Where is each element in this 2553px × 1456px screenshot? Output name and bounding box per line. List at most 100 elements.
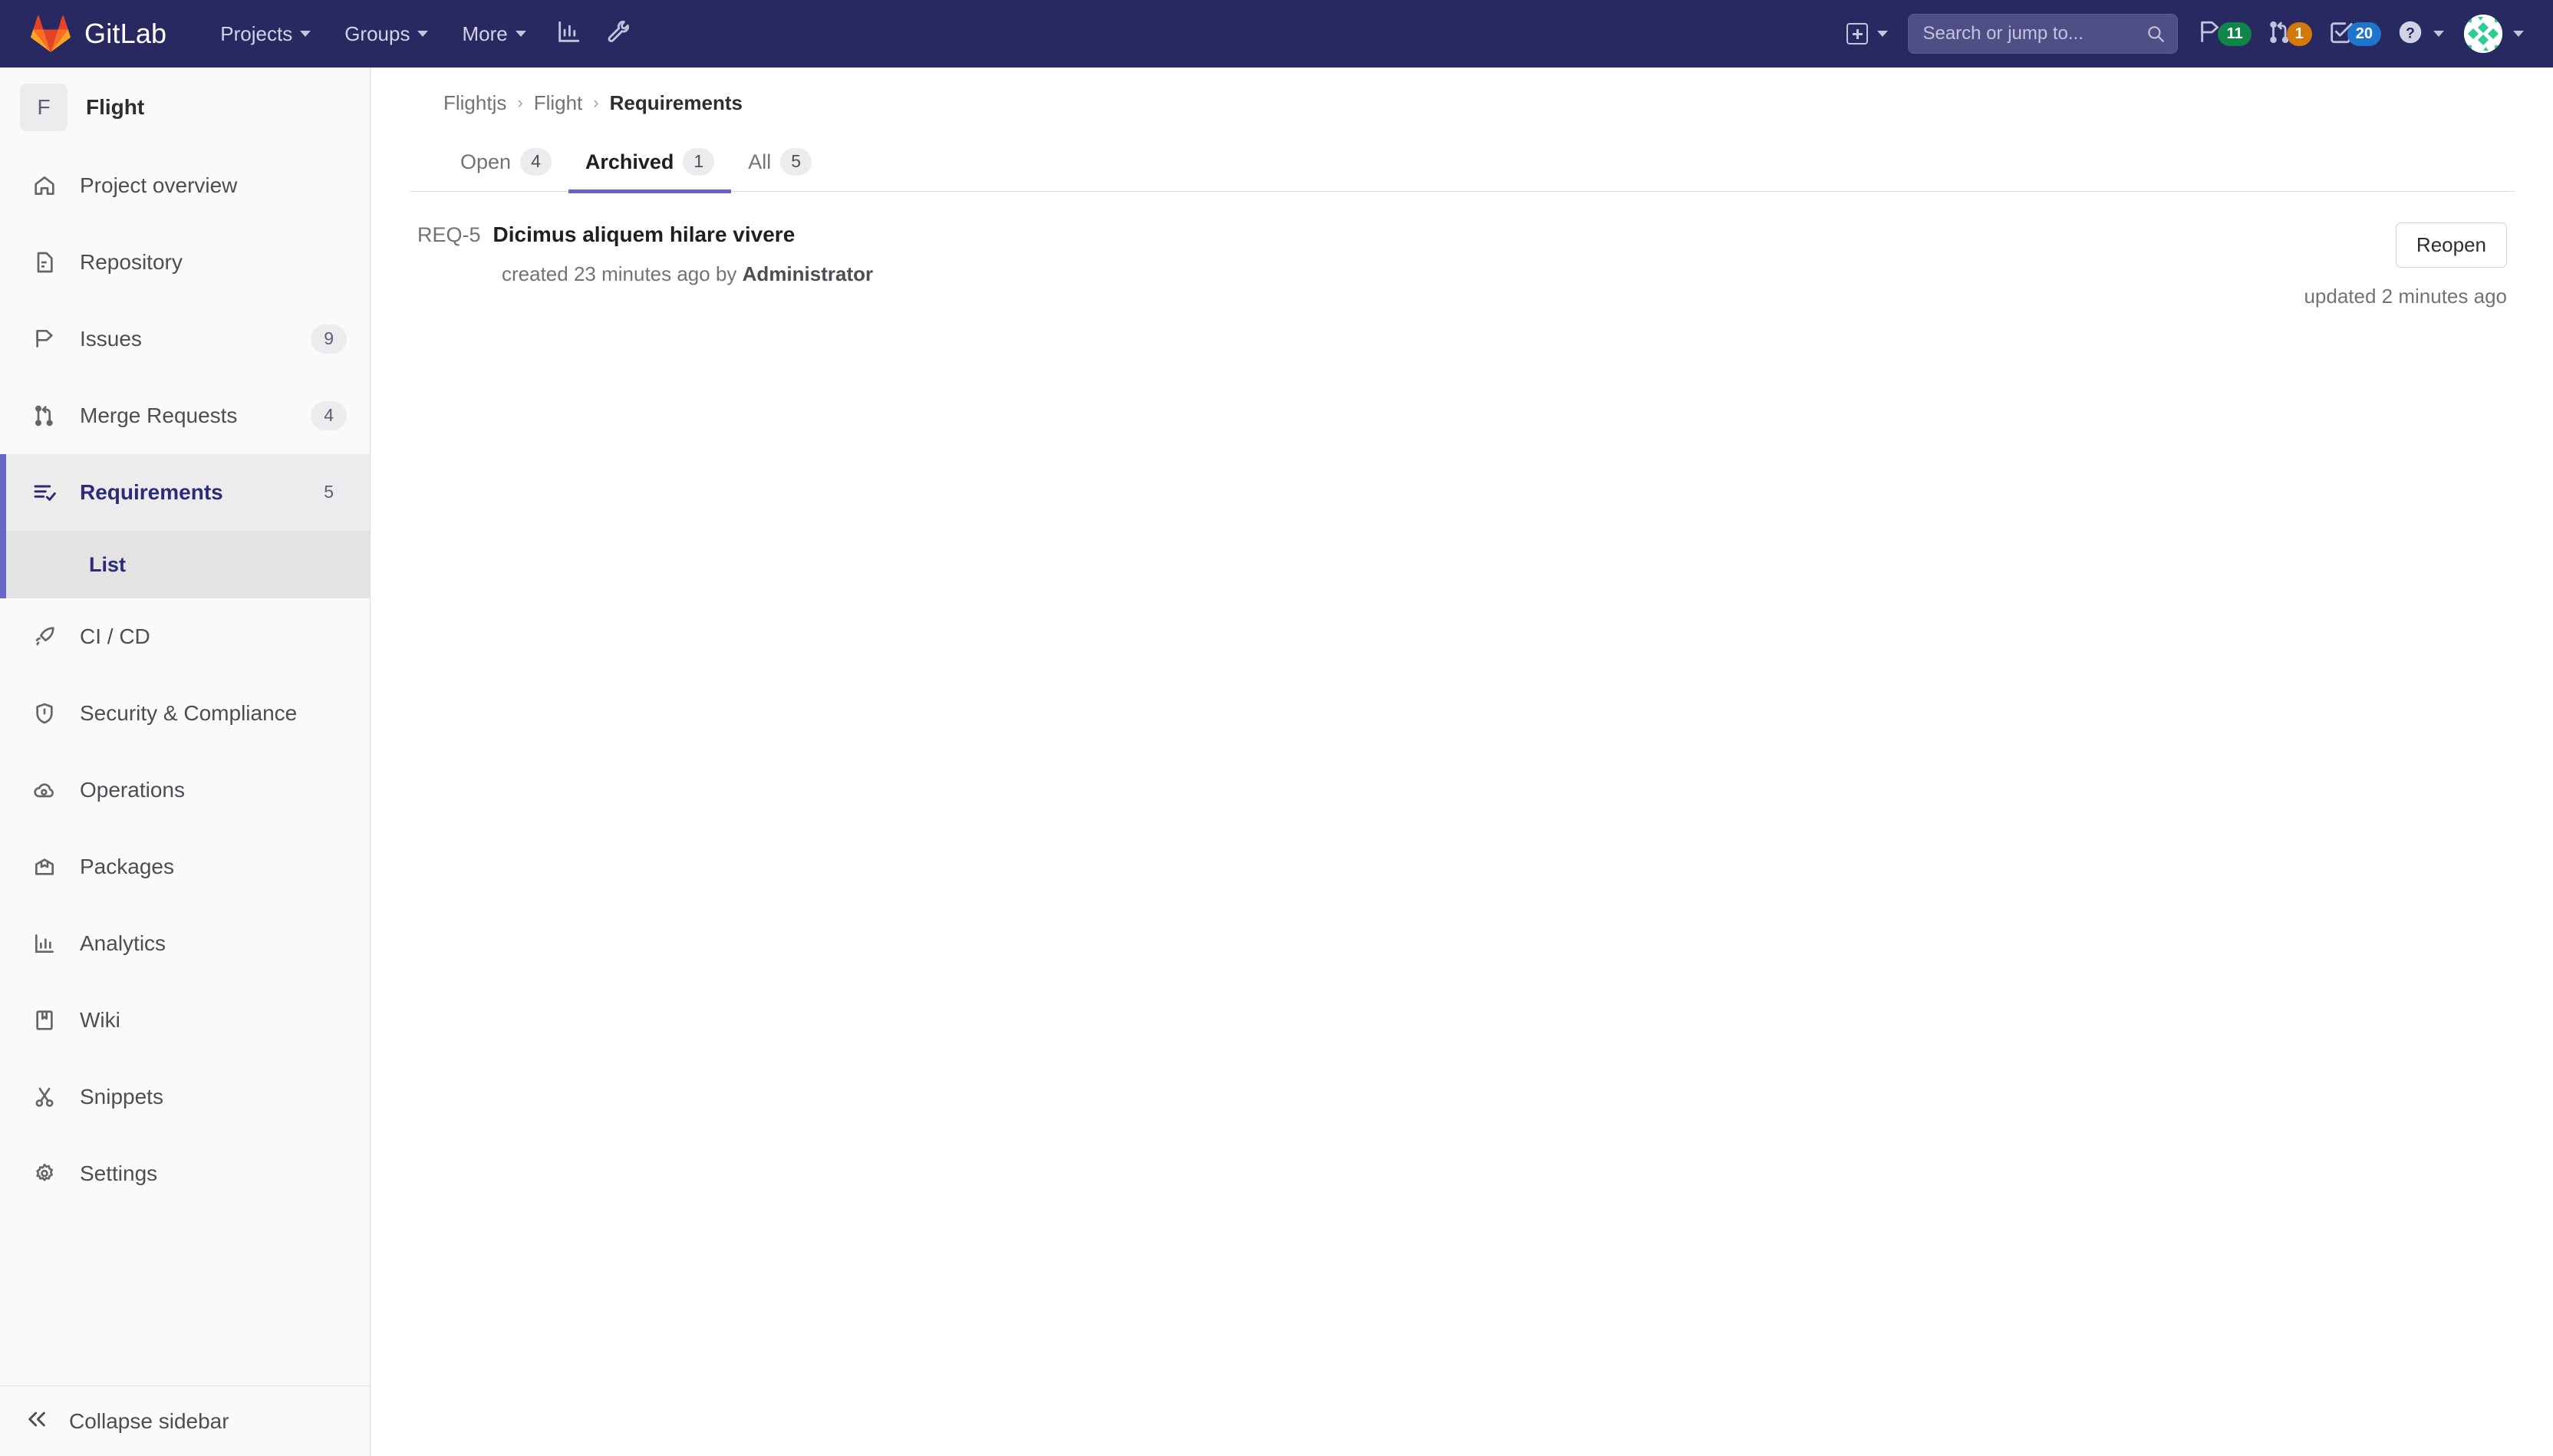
collapse-sidebar-button[interactable]: Collapse sidebar: [0, 1385, 370, 1456]
chevron-down-icon: [1877, 31, 1889, 37]
chevron-down-icon: [300, 31, 311, 37]
sidebar-item-label: CI / CD: [80, 624, 150, 648]
help-question-icon: ?: [2397, 18, 2424, 50]
sidebar-item-project-overview[interactable]: Project overview: [0, 147, 370, 224]
navbar-admin-button[interactable]: [594, 0, 644, 68]
requirement-created-text: created 23 minutes ago by: [502, 262, 737, 285]
search-input[interactable]: [1908, 14, 2179, 54]
breadcrumb-current: Requirements: [609, 91, 743, 114]
sidebar-project-header[interactable]: F Flight: [0, 78, 370, 137]
sidebar-item-requirements[interactable]: Requirements 5: [0, 454, 370, 531]
navbar-todos-indicator[interactable]: 20: [2320, 0, 2389, 68]
requirement-meta: created 23 minutes ago by Administrator: [502, 262, 2304, 286]
search-container: [1908, 14, 2179, 54]
shield-icon: [31, 700, 58, 727]
requirements-icon: [31, 479, 58, 506]
sidebar-subitem-label: List: [89, 552, 127, 576]
navbar-right-group: 11 1 20: [1834, 0, 2532, 68]
requirements-list: REQ-5 Dicimus aliquem hilare vivere crea…: [410, 192, 2515, 327]
svg-text:?: ?: [2406, 25, 2415, 41]
chevron-down-icon: [2513, 31, 2524, 37]
navbar-issues-indicator[interactable]: 11: [2190, 0, 2258, 68]
chevron-down-icon: [417, 31, 429, 37]
home-icon: [31, 172, 58, 199]
nav-groups-label: Groups: [344, 21, 410, 45]
sidebar-item-label: Settings: [80, 1161, 158, 1185]
sidebar-item-repository[interactable]: Repository: [0, 224, 370, 301]
collapse-sidebar-label: Collapse sidebar: [69, 1408, 229, 1433]
gitlab-tanuki-logo-icon[interactable]: [31, 14, 71, 54]
sidebar-item-security-compliance[interactable]: Security & Compliance: [0, 675, 370, 752]
sidebar-item-label: Repository: [80, 250, 183, 274]
sidebar-item-label: Snippets: [80, 1085, 163, 1108]
requirement-main: REQ-5 Dicimus aliquem hilare vivere crea…: [417, 222, 2304, 308]
nav-projects[interactable]: Projects: [203, 0, 328, 68]
breadcrumb: Flightjs › Flight › Requirements: [410, 68, 2515, 138]
breadcrumb-group[interactable]: Flightjs: [443, 91, 506, 115]
nav-more[interactable]: More: [445, 0, 542, 68]
chevron-down-icon: [2433, 31, 2444, 37]
sidebar-item-packages[interactable]: Packages: [0, 828, 370, 905]
navbar-analytics-button[interactable]: [543, 0, 594, 68]
requirement-id: REQ-5: [417, 223, 481, 246]
chevron-double-left-icon: [25, 1407, 49, 1435]
reopen-button[interactable]: Reopen: [2395, 222, 2507, 268]
sidebar-item-label: Project overview: [80, 173, 238, 197]
sidebar-item-label: Operations: [80, 778, 185, 802]
project-avatar: F: [20, 84, 68, 131]
breadcrumb-separator-icon: ›: [517, 93, 523, 112]
scissors-icon: [31, 1083, 58, 1111]
sidebar-item-settings[interactable]: Settings: [0, 1135, 370, 1212]
project-sidebar: F Flight Project overview Repository Iss…: [0, 68, 371, 1456]
wrench-admin-icon: [606, 19, 632, 49]
requirement-author[interactable]: Administrator: [743, 262, 873, 285]
tab-all[interactable]: All 5: [731, 148, 828, 193]
package-icon: [31, 853, 58, 881]
requirement-updated: updated 2 minutes ago: [2304, 285, 2507, 308]
document-icon: [31, 249, 58, 276]
sidebar-nav-list: Project overview Repository Issues 9 Mer…: [0, 147, 370, 1385]
nav-more-label: More: [462, 21, 508, 45]
todos-count-badge: 20: [2347, 21, 2381, 46]
requirement-row: REQ-5 Dicimus aliquem hilare vivere crea…: [410, 199, 2515, 327]
sidebar-item-label: Requirements: [80, 480, 223, 504]
main-content: Flightjs › Flight › Requirements Open 4 …: [371, 68, 2553, 1456]
tab-open-label: Open: [460, 150, 512, 173]
analytics-chart-icon: [555, 19, 581, 49]
sidebar-item-ci-cd[interactable]: CI / CD: [0, 598, 370, 675]
navbar-merge-requests-indicator[interactable]: 1: [2259, 0, 2320, 68]
requirement-side: Reopen updated 2 minutes ago: [2304, 222, 2507, 308]
issues-icon: [31, 325, 58, 353]
new-item-button[interactable]: [1834, 0, 1900, 68]
sidebar-subitem-list[interactable]: List: [0, 531, 370, 598]
book-icon: [31, 1006, 58, 1034]
sidebar-item-analytics[interactable]: Analytics: [0, 905, 370, 982]
sidebar-item-count: 4: [311, 401, 347, 430]
requirement-title-line: REQ-5 Dicimus aliquem hilare vivere: [417, 222, 2304, 247]
breadcrumb-project[interactable]: Flight: [534, 91, 583, 115]
sidebar-item-label: Wiki: [80, 1008, 120, 1032]
sidebar-item-wiki[interactable]: Wiki: [0, 982, 370, 1059]
sidebar-item-operations[interactable]: Operations: [0, 752, 370, 828]
navbar-help-button[interactable]: ?: [2389, 0, 2452, 68]
merge-requests-count-badge: 1: [2286, 21, 2312, 46]
tab-open[interactable]: Open 4: [443, 148, 568, 193]
sidebar-item-issues[interactable]: Issues 9: [0, 301, 370, 377]
brand-name[interactable]: GitLab: [84, 18, 166, 50]
requirement-title[interactable]: Dicimus aliquem hilare vivere: [493, 222, 796, 247]
sidebar-item-label: Issues: [80, 327, 142, 351]
chart-icon: [31, 930, 58, 957]
sidebar-item-label: Security & Compliance: [80, 701, 298, 725]
sidebar-item-label: Merge Requests: [80, 404, 238, 427]
chevron-down-icon: [515, 31, 526, 37]
tab-archived-count: 1: [683, 148, 715, 176]
sidebar-item-snippets[interactable]: Snippets: [0, 1059, 370, 1135]
nav-projects-label: Projects: [220, 21, 293, 45]
tab-open-count: 4: [520, 148, 552, 176]
sidebar-item-label: Packages: [80, 855, 174, 878]
top-navbar: GitLab Projects Groups More Search or ju…: [0, 0, 2553, 68]
navbar-user-menu[interactable]: [2452, 0, 2532, 68]
sidebar-item-merge-requests[interactable]: Merge Requests 4: [0, 377, 370, 454]
nav-groups[interactable]: Groups: [328, 0, 445, 68]
tab-archived[interactable]: Archived 1: [568, 148, 732, 193]
